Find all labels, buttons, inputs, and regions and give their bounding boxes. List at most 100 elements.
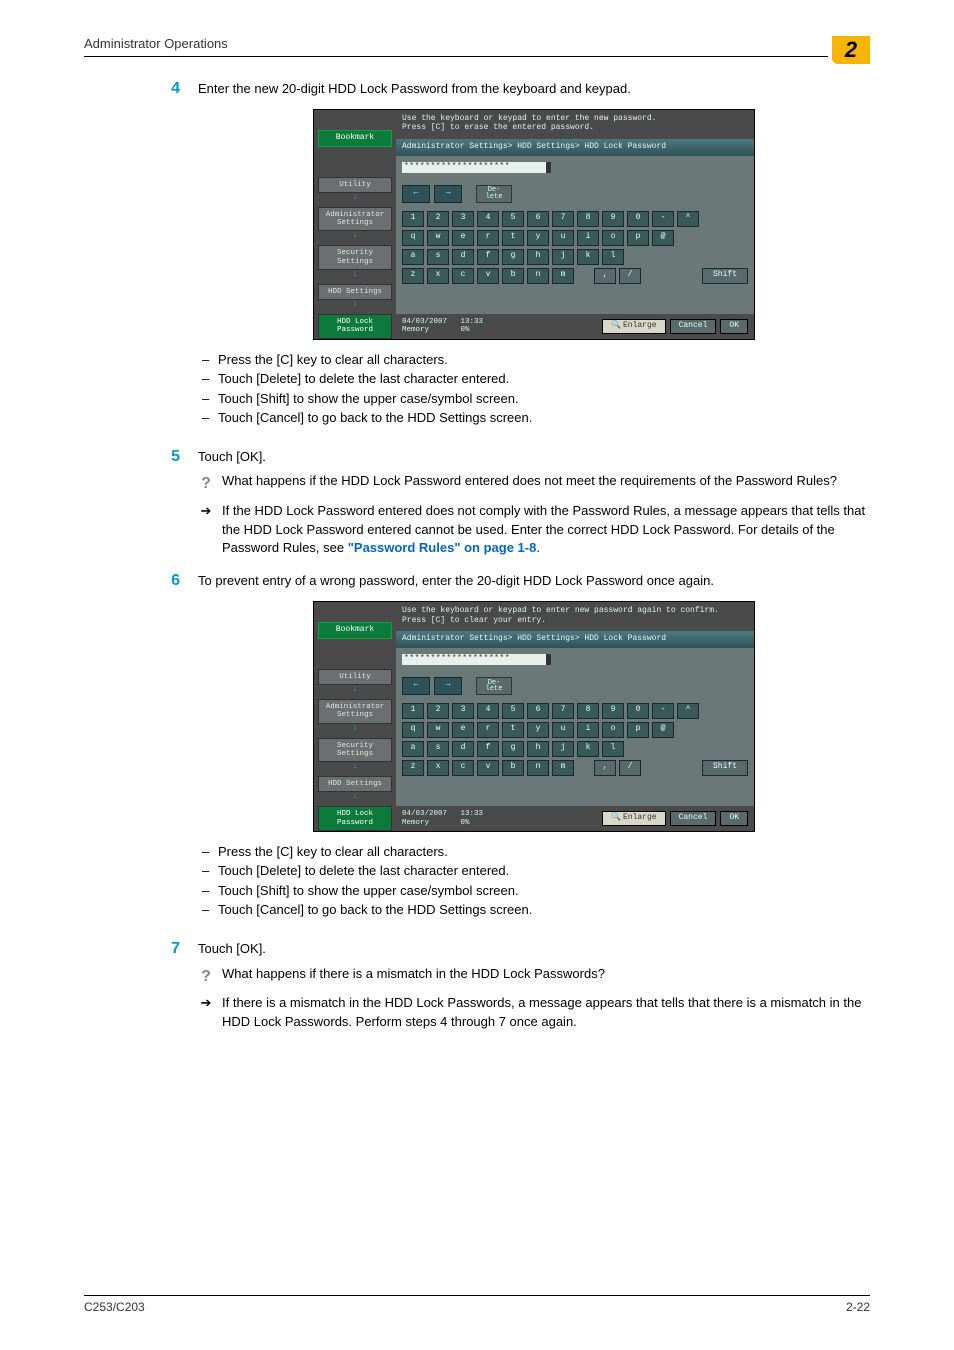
key[interactable]: 0	[627, 703, 649, 719]
key[interactable]: a	[402, 741, 424, 757]
key[interactable]: i	[577, 722, 599, 738]
enlarge-button[interactable]: 🔍Enlarge	[602, 319, 666, 334]
key[interactable]: 8	[577, 703, 599, 719]
delete-button[interactable]: De- lete	[476, 677, 512, 695]
key[interactable]: @	[652, 230, 674, 246]
password-field[interactable]: ********************	[402, 654, 551, 665]
key[interactable]: 7	[552, 703, 574, 719]
key[interactable]: 3	[452, 211, 474, 227]
key[interactable]: /	[619, 268, 641, 284]
cursor-right-button[interactable]: →	[434, 185, 462, 203]
key[interactable]: ,	[594, 268, 616, 284]
key[interactable]: 1	[402, 703, 424, 719]
key[interactable]: 6	[527, 703, 549, 719]
side-hdd-lock-password[interactable]: HDD Lock Password	[318, 314, 392, 339]
side-admin-settings[interactable]: Administrator Settings	[318, 207, 392, 232]
password-field[interactable]: ********************	[402, 162, 551, 173]
key[interactable]: q	[402, 722, 424, 738]
ok-button[interactable]: OK	[720, 811, 748, 826]
key[interactable]: t	[502, 722, 524, 738]
key[interactable]: e	[452, 230, 474, 246]
key[interactable]: 5	[502, 703, 524, 719]
key[interactable]: h	[527, 249, 549, 265]
key[interactable]: u	[552, 230, 574, 246]
shift-button[interactable]: Shift	[702, 268, 748, 284]
key[interactable]: a	[402, 249, 424, 265]
key[interactable]: ,	[594, 760, 616, 776]
key[interactable]: l	[602, 741, 624, 757]
key[interactable]: m	[552, 760, 574, 776]
key[interactable]: -	[652, 211, 674, 227]
side-utility[interactable]: Utility	[318, 177, 392, 193]
cancel-button[interactable]: Cancel	[670, 811, 717, 826]
side-hdd-lock-password[interactable]: HDD Lock Password	[318, 806, 392, 831]
key[interactable]: p	[627, 230, 649, 246]
key[interactable]: ^	[677, 211, 699, 227]
side-utility[interactable]: Utility	[318, 669, 392, 685]
key[interactable]: f	[477, 741, 499, 757]
key[interactable]: t	[502, 230, 524, 246]
key[interactable]: v	[477, 268, 499, 284]
key[interactable]: 7	[552, 211, 574, 227]
key[interactable]: d	[452, 741, 474, 757]
key[interactable]: z	[402, 760, 424, 776]
ok-button[interactable]: OK	[720, 319, 748, 334]
key[interactable]: -	[652, 703, 674, 719]
cursor-left-button[interactable]: ←	[402, 677, 430, 695]
key[interactable]: 8	[577, 211, 599, 227]
shift-button[interactable]: Shift	[702, 760, 748, 776]
key[interactable]: b	[502, 268, 524, 284]
key[interactable]: k	[577, 249, 599, 265]
key[interactable]: i	[577, 230, 599, 246]
key[interactable]: d	[452, 249, 474, 265]
key[interactable]: o	[602, 722, 624, 738]
key[interactable]: 1	[402, 211, 424, 227]
bookmark-button[interactable]: Bookmark	[318, 622, 392, 639]
side-security-settings[interactable]: Security Settings	[318, 738, 392, 763]
key[interactable]: 6	[527, 211, 549, 227]
key[interactable]: /	[619, 760, 641, 776]
key[interactable]: h	[527, 741, 549, 757]
key[interactable]: w	[427, 722, 449, 738]
key[interactable]: e	[452, 722, 474, 738]
key[interactable]: s	[427, 741, 449, 757]
key[interactable]: x	[427, 268, 449, 284]
side-security-settings[interactable]: Security Settings	[318, 245, 392, 270]
key[interactable]: 0	[627, 211, 649, 227]
key[interactable]: 9	[602, 211, 624, 227]
key[interactable]: j	[552, 249, 574, 265]
cursor-right-button[interactable]: →	[434, 677, 462, 695]
key[interactable]: y	[527, 230, 549, 246]
key[interactable]: c	[452, 760, 474, 776]
enlarge-button[interactable]: 🔍Enlarge	[602, 811, 666, 826]
password-rules-link[interactable]: "Password Rules" on page 1-8	[348, 540, 537, 555]
key[interactable]: c	[452, 268, 474, 284]
key[interactable]: k	[577, 741, 599, 757]
key[interactable]: r	[477, 722, 499, 738]
key[interactable]: j	[552, 741, 574, 757]
key[interactable]: m	[552, 268, 574, 284]
key[interactable]: y	[527, 722, 549, 738]
key[interactable]: v	[477, 760, 499, 776]
key[interactable]: q	[402, 230, 424, 246]
key[interactable]: g	[502, 249, 524, 265]
key[interactable]: 4	[477, 703, 499, 719]
side-hdd-settings[interactable]: HDD Settings	[318, 284, 392, 300]
key[interactable]: 3	[452, 703, 474, 719]
key[interactable]: z	[402, 268, 424, 284]
key[interactable]: ^	[677, 703, 699, 719]
key[interactable]: r	[477, 230, 499, 246]
side-hdd-settings[interactable]: HDD Settings	[318, 776, 392, 792]
bookmark-button[interactable]: Bookmark	[318, 130, 392, 147]
key[interactable]: 2	[427, 211, 449, 227]
cursor-left-button[interactable]: ←	[402, 185, 430, 203]
key[interactable]: @	[652, 722, 674, 738]
key[interactable]: b	[502, 760, 524, 776]
key[interactable]: f	[477, 249, 499, 265]
key[interactable]: u	[552, 722, 574, 738]
key[interactable]: 4	[477, 211, 499, 227]
key[interactable]: 5	[502, 211, 524, 227]
side-admin-settings[interactable]: Administrator Settings	[318, 699, 392, 724]
key[interactable]: s	[427, 249, 449, 265]
key[interactable]: x	[427, 760, 449, 776]
